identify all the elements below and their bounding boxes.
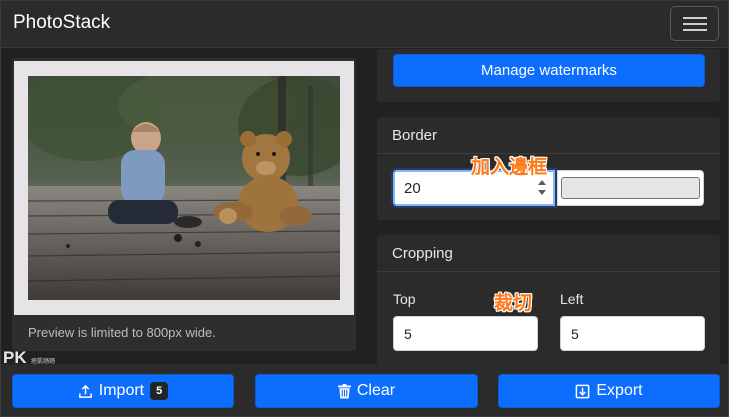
photo-border-frame bbox=[14, 61, 354, 315]
cropping-panel-title: Cropping bbox=[392, 245, 453, 262]
app-title[interactable]: PhotoStack bbox=[13, 12, 110, 34]
spinner-up-icon[interactable] bbox=[538, 180, 546, 185]
cropping-panel: Cropping Top Left 5 5 bbox=[377, 235, 720, 369]
teddy-bear-photo-image bbox=[28, 76, 340, 300]
crop-left-label: Left bbox=[560, 291, 584, 307]
import-count-badge: 5 bbox=[150, 382, 169, 400]
crop-left-input[interactable]: 5 bbox=[560, 316, 705, 351]
export-label: Export bbox=[596, 382, 643, 399]
menu-toggle-button[interactable] bbox=[670, 6, 719, 41]
export-button[interactable]: Export bbox=[498, 374, 720, 408]
border-panel: Border 20 bbox=[377, 117, 720, 220]
border-panel-title: Border bbox=[392, 127, 438, 144]
watermarks-panel: Manage watermarks bbox=[377, 49, 720, 102]
download-icon bbox=[575, 384, 590, 399]
border-panel-header: Border bbox=[377, 117, 720, 154]
border-color-swatch[interactable] bbox=[561, 177, 700, 199]
preview-photo bbox=[28, 76, 340, 300]
cropping-annotation: 裁切 bbox=[494, 292, 533, 314]
crop-top-value: 5 bbox=[404, 326, 412, 342]
trash-icon bbox=[337, 383, 351, 399]
cropping-panel-header: Cropping bbox=[377, 235, 720, 272]
clear-button[interactable]: Clear bbox=[255, 374, 478, 408]
preview-card: Preview is limited to 800px wide. bbox=[12, 58, 356, 351]
clear-label: Clear bbox=[356, 382, 396, 399]
navbar: PhotoStack bbox=[1, 1, 728, 48]
border-color-picker[interactable] bbox=[557, 170, 704, 206]
bottom-action-bar: Import 5 Clear Export bbox=[1, 364, 728, 416]
upload-icon bbox=[78, 384, 93, 399]
import-label: Import bbox=[98, 382, 145, 399]
manage-watermarks-button[interactable]: Manage watermarks bbox=[393, 54, 705, 87]
preview-size-note: Preview is limited to 800px wide. bbox=[28, 325, 216, 340]
border-width-spinner[interactable] bbox=[538, 178, 547, 198]
border-width-value: 20 bbox=[404, 180, 421, 197]
crop-top-label: Top bbox=[393, 291, 416, 307]
spinner-down-icon[interactable] bbox=[538, 190, 546, 195]
crop-left-value: 5 bbox=[571, 326, 579, 342]
import-button[interactable]: Import 5 bbox=[12, 374, 234, 408]
app-window: PhotoStack Preview is limited to 800px w… bbox=[0, 0, 729, 417]
hamburger-menu-icon bbox=[683, 17, 707, 19]
crop-top-input[interactable]: 5 bbox=[393, 316, 538, 351]
border-annotation: 加入邊框 bbox=[471, 156, 548, 178]
